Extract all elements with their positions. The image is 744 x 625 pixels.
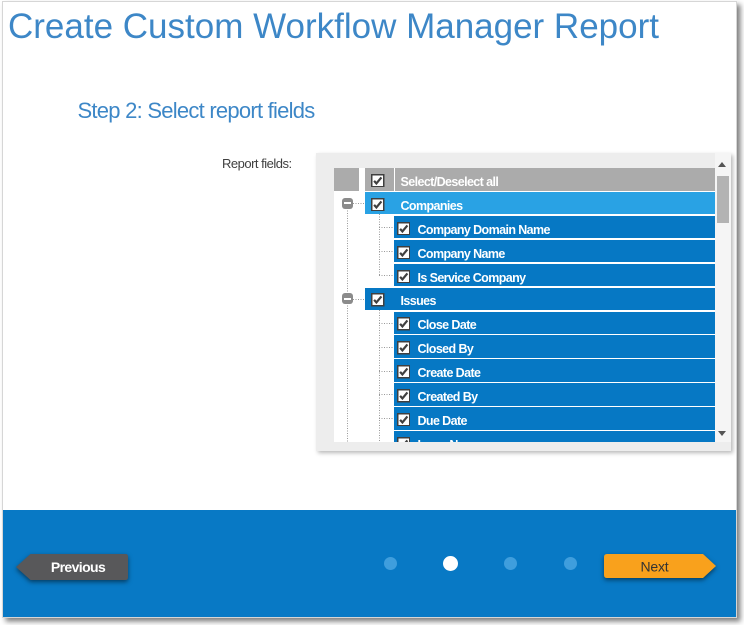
svg-text:Next: Next (641, 558, 669, 574)
svg-text:Previous: Previous (51, 559, 106, 575)
